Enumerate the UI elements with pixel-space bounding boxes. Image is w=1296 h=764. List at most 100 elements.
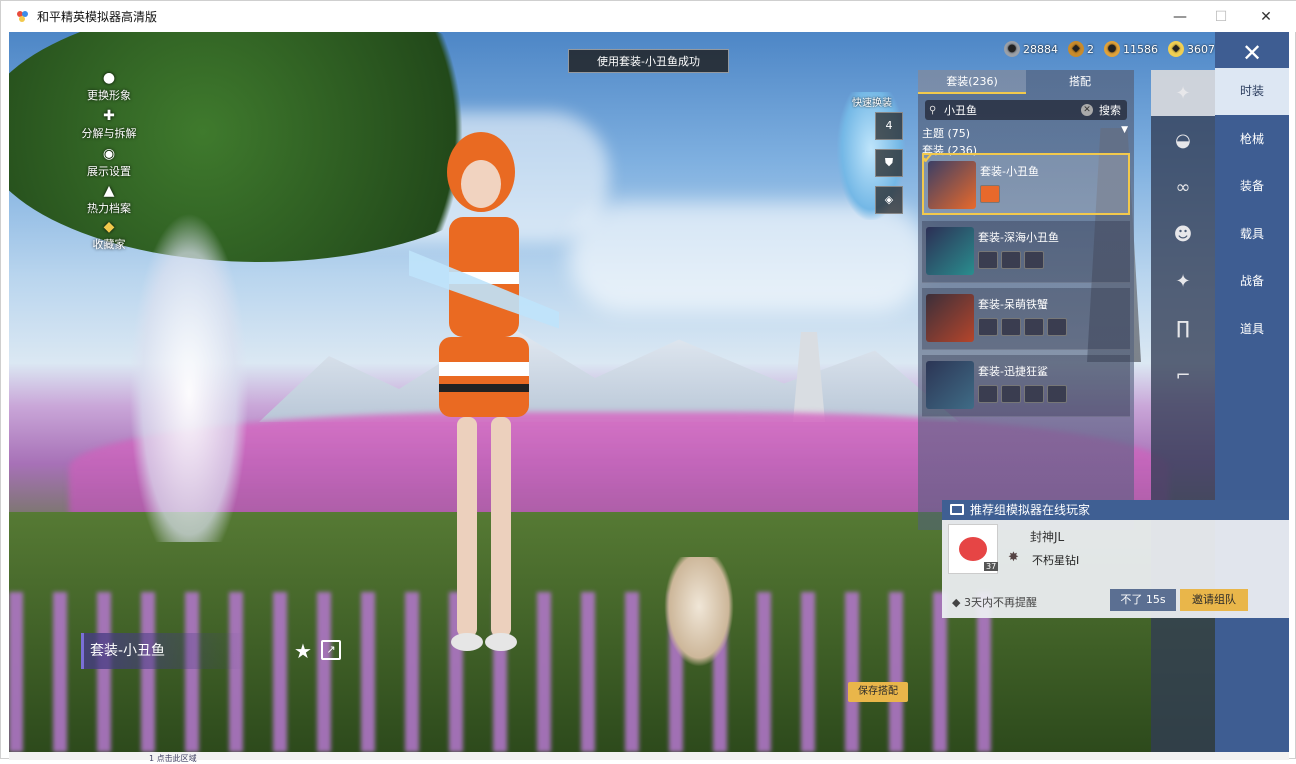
share-icon[interactable]: ↗ <box>321 640 341 660</box>
search-field[interactable]: ⚲ 小丑鱼 ✕ 搜索 <box>925 100 1127 120</box>
shield-icon: ⛊ <box>884 156 894 169</box>
cap-icon[interactable]: ◒ <box>1151 117 1215 163</box>
side-menu-display-settings[interactable]: ◉ 展示设置 <box>69 146 149 179</box>
nav-equipment[interactable]: 装备 <box>1215 163 1289 210</box>
suit-part[interactable] <box>1047 385 1067 403</box>
search-button[interactable]: 搜索 <box>1099 102 1121 118</box>
minimize-button[interactable]: — <box>1157 1 1203 32</box>
invite-popup: 推荐组模拟器在线玩家 37 封神JL ✸ 不朽星钻Ⅰ ◆ 3天内不再提醒 不了 … <box>942 500 1289 618</box>
theme-filter[interactable]: 主题 (75) ▼ <box>922 125 1128 141</box>
quick-swap-slot-2[interactable]: ⛊ <box>875 149 903 177</box>
level-badge: 37 <box>984 562 999 571</box>
quick-swap-slot-3[interactable]: ◈ <box>875 186 903 214</box>
suit-item-selected[interactable]: ✔ 套装-小丑鱼 <box>922 151 1130 215</box>
suit-part[interactable] <box>980 185 1000 203</box>
player-rank: 不朽星钻Ⅰ <box>1032 554 1080 567</box>
maximize-button[interactable]: ☐ <box>1198 1 1244 32</box>
clear-icon[interactable]: ✕ <box>1081 104 1093 116</box>
side-menu-label: 更换形象 <box>87 89 131 102</box>
suit-parts <box>980 185 1000 203</box>
pet-companion[interactable] <box>664 557 734 667</box>
quick-swap-label: 快速换装 <box>852 98 892 109</box>
suit-thumbnail <box>926 294 974 342</box>
outfit-panel: 套装(236) 搭配 ⚲ 小丑鱼 ✕ 搜索 主题 (75) ▼ 套装 (236)… <box>918 70 1134 530</box>
suit-name: 套装-深海小丑鱼 <box>978 231 1059 244</box>
suit-part[interactable] <box>1001 251 1021 269</box>
main-nav: ✕ 时装 枪械 装备 载具 战备 道具 <box>1215 32 1289 752</box>
nav-battle-prep[interactable]: 战备 <box>1215 258 1289 305</box>
side-menu-heat-archive[interactable]: ▲ 热力档案 <box>69 183 149 216</box>
character-icon[interactable]: ✦ <box>1151 258 1215 304</box>
side-menu-disassemble[interactable]: ✚ 分解与拆解 <box>69 108 149 141</box>
flame-icon: ▲ <box>103 183 115 199</box>
side-menu-label: 展示设置 <box>87 165 131 178</box>
invite-title: 推荐组模拟器在线玩家 <box>970 503 1091 517</box>
tab-suits[interactable]: 套装(236) <box>918 70 1026 94</box>
suit-part[interactable] <box>1047 318 1067 336</box>
currency-value: 11586 <box>1123 42 1158 56</box>
app-window: 和平精英模拟器高清版 — ☐ ✕ ● 更换形象 ✚ 分解与拆解 ◉ 展示设置 ▲… <box>0 0 1296 763</box>
suit-item[interactable]: 套装-呆萌铁蟹 <box>922 288 1130 350</box>
puzzle-icon: ✚ <box>103 108 115 124</box>
suit-part[interactable] <box>1024 318 1044 336</box>
currency-value: 28884 <box>1023 42 1058 56</box>
invite-team-button[interactable]: 邀请组队 <box>1180 589 1248 611</box>
gold-coin-icon: ● <box>1104 41 1120 57</box>
category-column: ✦ ◒ ∞ ☻ ✦ ∏ ⌐ <box>1151 70 1215 752</box>
suit-thumbnail <box>926 361 974 409</box>
suit-part[interactable] <box>978 385 998 403</box>
quick-swap-slot-1[interactable]: 4 <box>875 112 903 140</box>
outfit-icon[interactable]: ✦ <box>1151 70 1215 116</box>
diamond-coin-icon: ◆ <box>1168 41 1184 57</box>
dont-remind-toggle[interactable]: ◆ 3天内不再提醒 <box>952 594 1037 610</box>
star-icon[interactable]: ★ <box>294 639 312 663</box>
player-character[interactable] <box>409 122 559 682</box>
suit-part[interactable] <box>978 251 998 269</box>
save-outfit-button[interactable]: 保存搭配 <box>848 682 908 702</box>
theme-filter-label: 主题 (75) <box>922 127 971 140</box>
nav-fashion[interactable]: 时装 <box>1215 68 1289 115</box>
suit-part[interactable] <box>1024 385 1044 403</box>
currency-item: ● 11586 <box>1104 41 1158 57</box>
panel-tabs: 套装(236) 搭配 <box>918 70 1134 94</box>
pants-icon[interactable]: ∏ <box>1151 305 1215 351</box>
search-icon: ⚲ <box>929 104 937 116</box>
current-outfit-label: 套装-小丑鱼 <box>81 633 246 669</box>
face-icon[interactable]: ☻ <box>1151 211 1215 257</box>
nav-vehicles[interactable]: 载具 <box>1215 211 1289 258</box>
suit-name: 套装-迅捷狂鲨 <box>978 365 1048 378</box>
suit-name: 套装-呆萌铁蟹 <box>978 298 1048 311</box>
side-menu-change-look[interactable]: ● 更换形象 <box>69 70 149 103</box>
search-input[interactable]: 小丑鱼 <box>944 102 1081 118</box>
badge-icon: ◈ <box>884 193 894 206</box>
suit-part[interactable] <box>978 318 998 336</box>
side-menu-label: 热力档案 <box>87 202 131 215</box>
rank-icon: ✸ <box>1008 550 1019 565</box>
glasses-icon[interactable]: ∞ <box>1151 164 1215 210</box>
tab-match[interactable]: 搭配 <box>1026 70 1134 94</box>
game-viewport[interactable]: ● 更换形象 ✚ 分解与拆解 ◉ 展示设置 ▲ 热力档案 ◆ 收藏家 使用套装-… <box>9 32 1289 752</box>
nav-props[interactable]: 道具 <box>1215 306 1289 353</box>
eye-icon: ◉ <box>102 146 116 162</box>
suit-item[interactable]: 套装-深海小丑鱼 <box>922 221 1130 283</box>
currency-item: ◆ 2 <box>1068 41 1094 57</box>
nav-guns[interactable]: 枪械 <box>1215 116 1289 163</box>
avatar-face <box>959 537 987 561</box>
token-icon: ◆ <box>1068 41 1084 57</box>
suit-part[interactable] <box>1001 318 1021 336</box>
suit-name: 套装-小丑鱼 <box>980 165 1039 178</box>
close-icon[interactable]: ✕ <box>1215 36 1289 70</box>
close-window-button[interactable]: ✕ <box>1243 1 1289 32</box>
window-title: 和平精英模拟器高清版 <box>37 10 158 24</box>
decline-button[interactable]: 不了 15s <box>1110 589 1176 611</box>
suit-part[interactable] <box>1001 385 1021 403</box>
socks-icon[interactable]: ⌐ <box>1151 352 1215 398</box>
currency-bar: ● 28884 ◆ 2 ● 11586 ◆ 360711 <box>1004 41 1229 57</box>
crystal-deer <box>129 212 249 542</box>
currency-value: 2 <box>1087 42 1094 56</box>
suit-item[interactable]: 套装-迅捷狂鲨 <box>922 355 1130 417</box>
suit-part[interactable] <box>1024 251 1044 269</box>
side-menu-collector[interactable]: ◆ 收藏家 <box>69 219 149 252</box>
side-menu-label: 收藏家 <box>92 238 126 251</box>
player-name: 封神JL <box>1030 530 1065 544</box>
